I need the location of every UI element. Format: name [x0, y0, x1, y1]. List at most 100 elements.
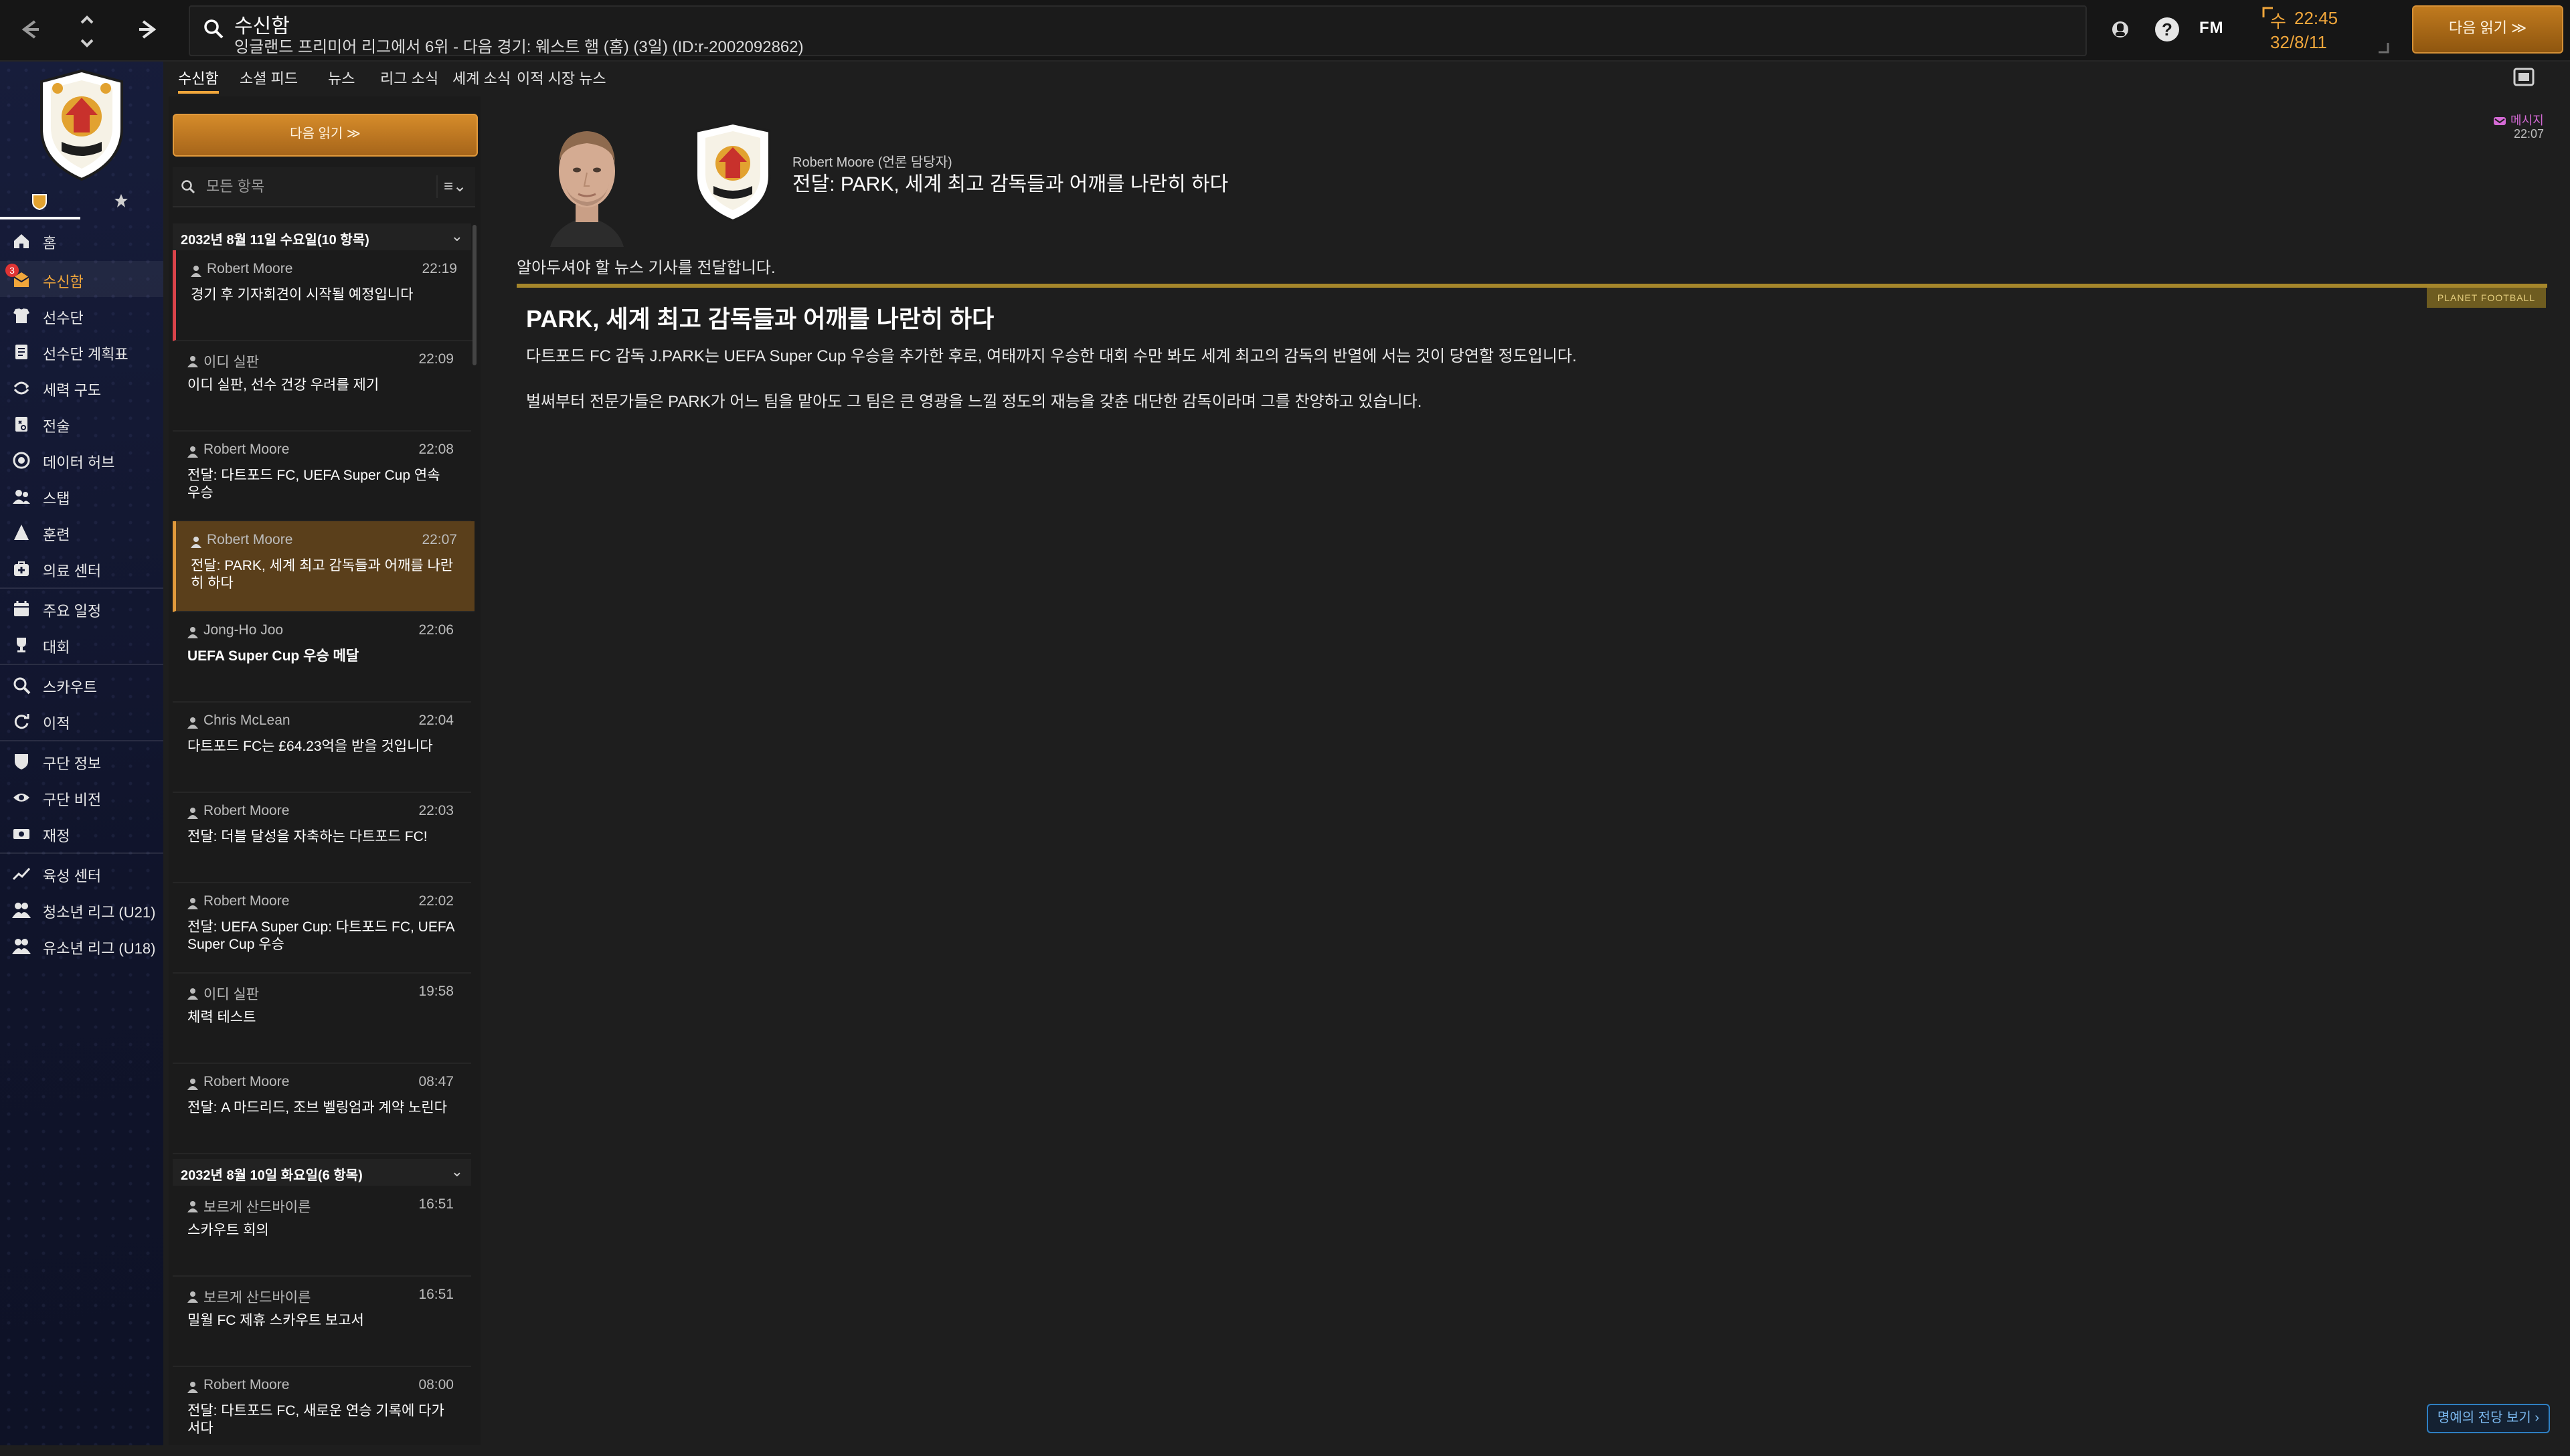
tab-first-team[interactable] — [0, 187, 80, 219]
inbox-scrollbar[interactable] — [473, 225, 477, 365]
sidebar-item-staff[interactable]: 스탭 — [0, 478, 163, 514]
dynamics-icon — [13, 381, 29, 395]
message-item[interactable]: Robert Moore 22:19 경기 후 기자회견이 시작될 예정입니다 — [173, 250, 475, 341]
squad-icon — [13, 308, 29, 323]
sidebar-item-club-vision[interactable]: 구단 비전 — [0, 779, 163, 815]
forward-arrow-icon[interactable] — [134, 15, 163, 44]
message-time: 16:51 — [418, 1196, 454, 1212]
sidebar-item-scouting[interactable]: 스카우트 — [0, 666, 163, 703]
message-item[interactable]: 이디 실판 19:58 체력 테스트 — [173, 973, 471, 1064]
sidebar-item-u21[interactable]: 청소년 리그 (U21) — [0, 891, 163, 927]
message-time: 22:04 — [418, 713, 454, 728]
up-down-arrows[interactable] — [75, 7, 99, 55]
message-time: 22:02 — [418, 893, 454, 909]
u21-icon — [12, 903, 31, 918]
sidebar-item-finances[interactable]: 재정 — [0, 815, 163, 851]
filter-input[interactable] — [205, 174, 428, 199]
message-subject: 전달: 더블 달성을 자축하는 다트포드 FC! — [187, 829, 428, 844]
message-time: 22:08 — [418, 442, 454, 457]
sidebar-item-development[interactable]: 육성 센터 — [0, 855, 163, 891]
calendar-icon — [14, 601, 29, 616]
hall-of-fame-button[interactable]: 명예의 전당 보기 › — [2427, 1404, 2550, 1433]
person-icon — [191, 266, 201, 277]
search-bar[interactable]: 수신함 잉글랜드 프리미어 리그에서 6위 - 다음 경기: 웨스트 햄 (홈)… — [189, 5, 2087, 56]
sidebar-item-club-info[interactable]: 구단 정보 — [0, 743, 163, 779]
layout-toggle-icon[interactable] — [2512, 66, 2535, 88]
sidebar: 홈 3 수신함 선수단 선수단 계획표 세력 구도 전술 데이터 허브 스탭 훈… — [0, 62, 163, 1445]
game-clock: 수 22:45 32/8/11 — [2262, 7, 2389, 54]
message-item[interactable]: Jong-Ho Joo 22:06 UEFA Super Cup 우승 메달 — [173, 612, 471, 703]
help-icon[interactable]: ? — [2155, 17, 2179, 41]
date-group-title: 2032년 8월 10일 화요일(6 항목) — [181, 1168, 363, 1183]
message-tag-label: 메시지 — [2510, 114, 2544, 127]
sidebar-item-squad[interactable]: 선수단 — [0, 297, 163, 333]
message-item[interactable]: Robert Moore 08:47 전달: A 마드리드, 조브 벨링엄과 계… — [173, 1063, 471, 1154]
message-subject: 경기 후 기자회견이 시작될 예정입니다 — [191, 287, 414, 302]
sidebar-item-inbox[interactable]: 3 수신함 — [0, 261, 163, 297]
sidebar-item-tactics[interactable]: 전술 — [0, 405, 163, 442]
trophy-icon — [17, 638, 26, 652]
tab-league-news[interactable]: 리그 소식 — [380, 67, 438, 91]
sidebar-item-medical[interactable]: 의료 센터 — [0, 550, 163, 586]
message-sender: 이디 실판 — [203, 355, 260, 370]
message-sender: Robert Moore — [203, 1377, 290, 1392]
inbox-tabs: 수신함 소셜 피드 뉴스 리그 소식 세계 소식 이적 시장 뉴스 — [169, 62, 2570, 94]
message-item[interactable]: Chris McLean 22:04 다트포드 FC는 £64.23억을 받을 … — [173, 702, 471, 793]
message-item[interactable]: 이디 실판 22:09 이디 실판, 선수 건강 우려를 제기 — [173, 341, 471, 432]
club-crest-icon[interactable] — [28, 68, 135, 182]
sidebar-item-u18[interactable]: 유소년 리그 (U18) — [0, 927, 163, 964]
message-item-selected[interactable]: Robert Moore 22:07 전달: PARK, 세계 최고 감독들과 … — [173, 521, 475, 612]
tab-inbox[interactable]: 수신함 — [178, 67, 219, 94]
scouting-icon — [13, 677, 31, 695]
filter-menu-button[interactable]: ≡⌄ — [436, 175, 473, 198]
sidebar-item-label: 청소년 리그 (U21) — [43, 904, 156, 921]
back-arrow-icon[interactable] — [15, 15, 44, 44]
tab-social-feed[interactable]: 소셜 피드 — [240, 67, 298, 91]
message-subject: 다트포드 FC는 £64.23억을 받을 것입니다 — [187, 739, 433, 754]
message-item[interactable]: Robert Moore 08:00 전달: 다트포드 FC, 새로운 연승 기… — [173, 1366, 471, 1456]
sidebar-item-schedule[interactable]: 주요 일정 — [0, 590, 163, 626]
sidebar-divider — [0, 740, 163, 741]
sidebar-item-label: 유소년 리그 (U18) — [43, 940, 156, 957]
sidebar-item-dynamics[interactable]: 세력 구도 — [0, 369, 163, 405]
message-item[interactable]: Robert Moore 22:08 전달: 다트포드 FC, UEFA Sup… — [173, 431, 471, 522]
message-sender: Robert Moore — [203, 1074, 290, 1089]
tab-news[interactable]: 뉴스 — [328, 67, 355, 91]
sidebar-item-data-hub[interactable]: 데이터 허브 — [0, 442, 163, 478]
sidebar-item-squad-planner[interactable]: 선수단 계획표 — [0, 333, 163, 369]
sidebar-item-competitions[interactable]: 대회 — [0, 626, 163, 662]
date-group-header[interactable]: 2032년 8월 10일 화요일(6 항목) ⌄ — [173, 1159, 471, 1186]
article-paragraph: 벌써부터 전문가들은 PARK가 어느 팀을 맡아도 그 팀은 큰 영광을 느낄… — [526, 393, 1422, 411]
sidebar-item-label: 육성 센터 — [43, 868, 102, 885]
message-intro: 알아두셔야 할 뉴스 기사를 전달합니다. — [517, 259, 776, 277]
hand-icon[interactable] — [2108, 17, 2132, 41]
chevron-down-icon: ⌄ — [450, 227, 463, 244]
transfers-icon — [14, 714, 29, 729]
tab-world-news[interactable]: 세계 소식 — [452, 67, 511, 91]
sidebar-item-transfers[interactable]: 이적 — [0, 703, 163, 739]
tab-transfer-news[interactable]: 이적 시장 뉴스 — [517, 67, 606, 91]
sidebar-item-label: 홈 — [43, 235, 57, 252]
clock-time: 22:45 — [2294, 8, 2338, 28]
tab-national-team[interactable] — [82, 187, 162, 217]
message-item[interactable]: 보르게 산드바이른 16:51 밀월 FC 제휴 스카우트 보고서 — [173, 1276, 471, 1367]
training-icon — [14, 525, 29, 540]
home-icon — [14, 234, 29, 248]
club-crest-icon — [695, 122, 771, 222]
message-item[interactable]: Robert Moore 22:03 전달: 더블 달성을 자축하는 다트포드 … — [173, 792, 471, 883]
sidebar-item-training[interactable]: 훈련 — [0, 514, 163, 550]
message-subject: 전달: UEFA Super Cup: 다트포드 FC, UEFA Super … — [187, 919, 454, 952]
down-arrow-icon — [80, 39, 94, 48]
top-bar: 수신함 잉글랜드 프리미어 리그에서 6위 - 다음 경기: 웨스트 햄 (홈)… — [0, 0, 2570, 62]
message-time: 22:06 — [418, 622, 454, 638]
date-group-header[interactable]: 2032년 8월 11일 수요일(10 항목) ⌄ — [173, 223, 471, 250]
fm-logo[interactable]: FM — [2199, 19, 2224, 37]
message-sender: Robert Moore — [207, 261, 293, 276]
squad-planner-icon — [15, 345, 27, 359]
message-item[interactable]: Robert Moore 22:02 전달: UEFA Super Cup: 다… — [173, 883, 471, 974]
continue-button[interactable]: 다음 읽기 ≫ — [2412, 5, 2563, 54]
sidebar-item-home[interactable]: 홈 — [0, 222, 163, 258]
message-item[interactable]: 보르게 산드바이른 16:51 스카우트 회의 — [173, 1186, 471, 1277]
sidebar-item-label: 이적 — [43, 715, 70, 732]
read-next-button[interactable]: 다음 읽기 ≫ — [173, 114, 478, 157]
